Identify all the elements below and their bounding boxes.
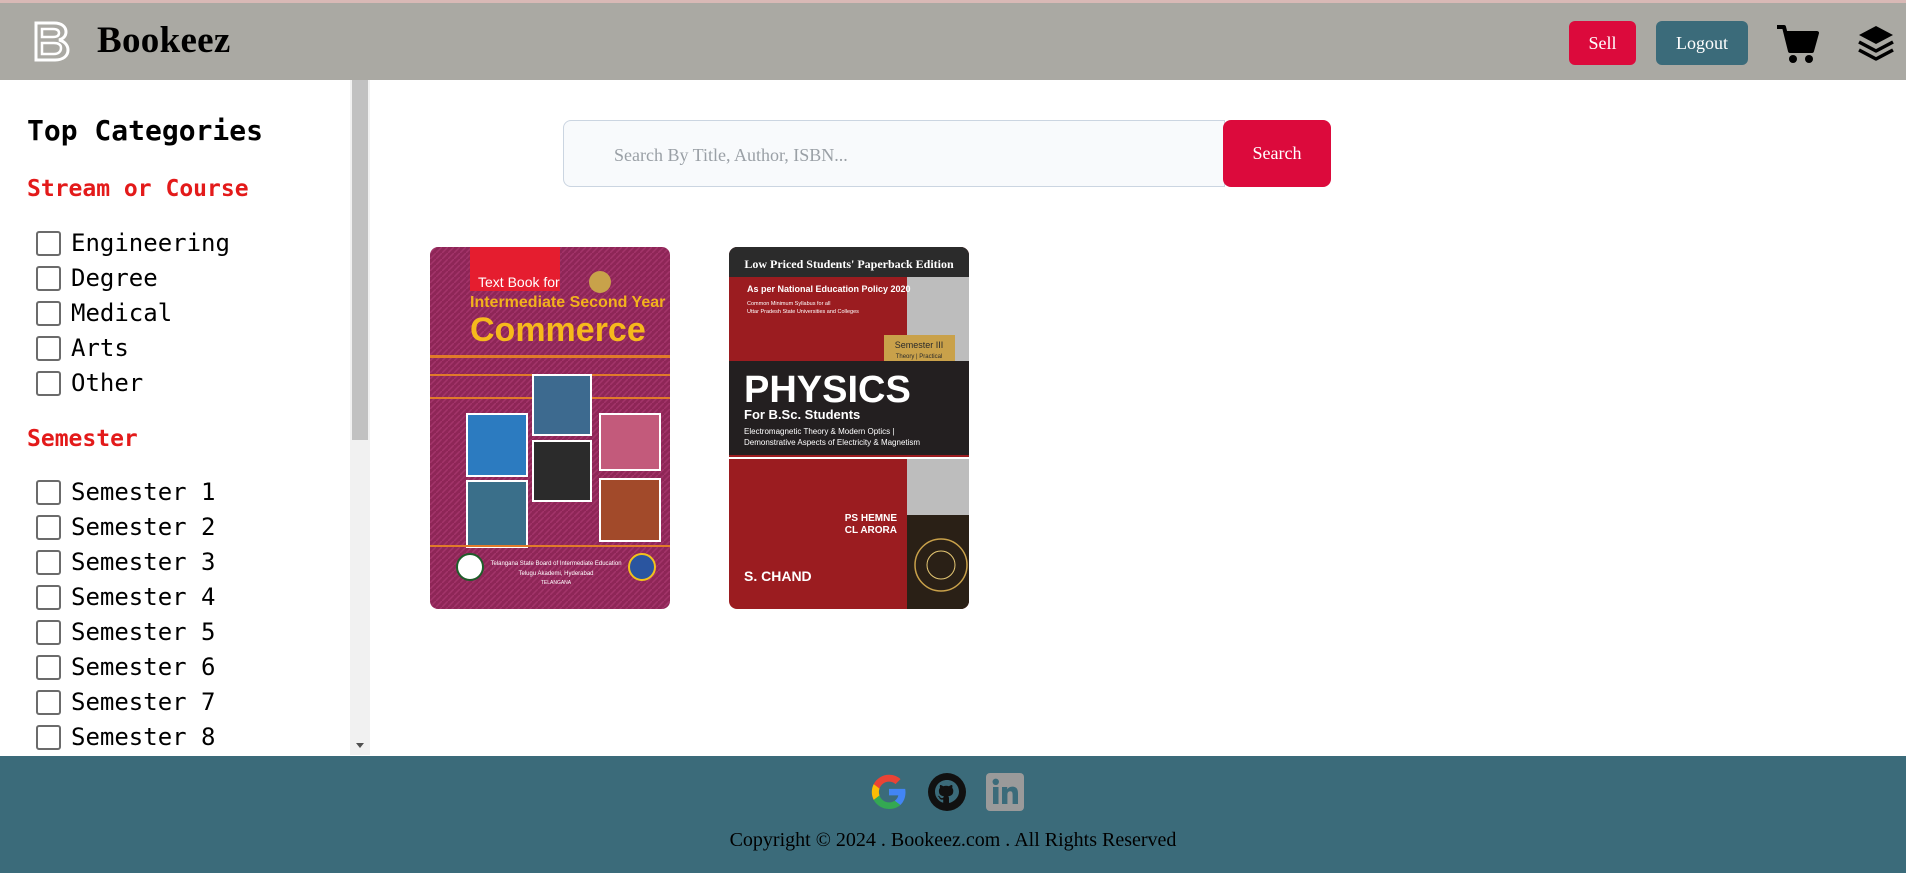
cover-footer-line-3: TELANGANA (541, 580, 572, 586)
cover-semester-sub: Theory | Practical (896, 354, 943, 360)
book-cover-physics: Low Priced Students' Paperback Edition A… (729, 247, 969, 609)
category-label: Engineering (71, 229, 230, 257)
photo-gears (532, 440, 592, 502)
google-icon[interactable] (869, 772, 909, 812)
cover-footer-line-1: Telangana State Board of Intermediate Ed… (490, 561, 621, 567)
category-label: Semester 8 (71, 723, 216, 751)
category-label: Semester 4 (71, 583, 216, 611)
category-label: Medical (71, 299, 173, 327)
checkbox[interactable] (36, 335, 61, 361)
category-item-semester-6[interactable]: Semester 6 (36, 652, 216, 682)
checkbox[interactable] (36, 689, 61, 715)
category-heading-semester: Semester (27, 426, 138, 452)
checkbox[interactable] (36, 370, 61, 396)
category-label: Semester 5 (71, 618, 216, 646)
category-item-semester-8[interactable]: Semester 8 (36, 722, 216, 752)
category-label: Arts (71, 334, 129, 362)
logout-button[interactable]: Logout (1656, 21, 1748, 65)
emblem-icon (589, 271, 611, 293)
search-button[interactable]: Search (1223, 120, 1331, 187)
category-label: Semester 2 (71, 513, 216, 541)
cover-topics-line-2: Demonstrative Aspects of Electricity & M… (744, 438, 920, 447)
category-item-degree[interactable]: Degree (36, 263, 158, 293)
scroll-down-arrow-icon[interactable] (350, 735, 370, 755)
bookeez-logo-icon[interactable] (30, 20, 72, 62)
category-label: Semester 3 (71, 548, 216, 576)
category-item-semester-2[interactable]: Semester 2 (36, 512, 216, 542)
checkbox[interactable] (36, 265, 61, 291)
board-emblem-icon (456, 553, 484, 581)
cover-footer-line-2: Telugu Akademi, Hyderabad (518, 571, 593, 577)
checkbox[interactable] (36, 619, 61, 645)
cover-fractal-art (907, 515, 969, 609)
photo-airplane (466, 413, 528, 477)
checkbox[interactable] (36, 724, 61, 750)
cover-policy: As per National Education Policy 2020 (747, 284, 911, 294)
category-label: Semester 7 (71, 688, 216, 716)
sidebar-scrollbar[interactable] (350, 80, 370, 755)
category-item-semester-3[interactable]: Semester 3 (36, 547, 216, 577)
cover-author-1: PS HEMNE (845, 513, 898, 524)
book-card-commerce[interactable]: Text Book for Intermediate Second Year C… (430, 247, 670, 609)
book-card-physics[interactable]: Low Priced Students' Paperback Edition A… (729, 247, 969, 609)
book-cover-commerce: Text Book for Intermediate Second Year C… (430, 247, 670, 609)
category-sidebar: Top Categories Stream or Course Engineer… (0, 80, 370, 755)
category-label: Degree (71, 264, 158, 292)
github-icon[interactable] (927, 772, 967, 812)
category-list: Top Categories Stream or Course Engineer… (0, 80, 350, 755)
category-item-engineering[interactable]: Engineering (36, 228, 230, 258)
category-item-semester-4[interactable]: Semester 4 (36, 582, 216, 612)
cover-for: For B.Sc. Students (744, 407, 860, 422)
category-item-semester-1[interactable]: Semester 1 (36, 477, 216, 507)
category-item-semester-7[interactable]: Semester 7 (36, 687, 216, 717)
photo-ship (466, 480, 528, 548)
category-label: Semester 6 (71, 653, 216, 681)
brand-title[interactable]: Bookeez (97, 19, 231, 62)
cover-topics-line-1: Electromagnetic Theory & Modern Optics | (744, 427, 894, 436)
cover-publisher: S. CHAND (744, 568, 812, 584)
cover-subtitle: Intermediate Second Year (470, 294, 665, 311)
checkbox[interactable] (36, 479, 61, 505)
cover-title: PHYSICS (744, 369, 911, 411)
category-heading-stream: Stream or Course (27, 176, 249, 202)
category-item-semester-5[interactable]: Semester 5 (36, 617, 216, 647)
search-input[interactable] (614, 141, 1194, 169)
category-item-other[interactable]: Other (36, 368, 143, 398)
checkbox[interactable] (36, 584, 61, 610)
category-item-arts[interactable]: Arts (36, 333, 129, 363)
cover-syllabus-line-2: Uttar Pradesh State Universities and Col… (747, 309, 859, 315)
category-label: Semester 1 (71, 478, 216, 506)
academy-emblem-icon (628, 553, 656, 581)
sidebar-title: Top Categories (27, 114, 264, 147)
photo-currency (599, 413, 661, 471)
photo-train (599, 478, 661, 542)
cover-label: Text Book for (478, 274, 560, 290)
checkbox[interactable] (36, 300, 61, 326)
cover-semester: Semester III (895, 340, 944, 350)
layers-icon[interactable] (1856, 22, 1896, 64)
cover-author-2: CL ARORA (845, 525, 897, 536)
checkbox[interactable] (36, 514, 61, 540)
header-bar: Bookeez Sell Logout (0, 0, 1906, 80)
checkbox[interactable] (36, 230, 61, 256)
checkbox[interactable] (36, 549, 61, 575)
photo-building (532, 374, 592, 436)
cover-title: Commerce (470, 311, 646, 349)
checkbox[interactable] (36, 654, 61, 680)
linkedin-icon[interactable] (985, 772, 1025, 812)
copyright-text: Copyright © 2024 . Bookeez.com . All Rig… (729, 829, 1177, 851)
scrollbar-thumb[interactable] (352, 80, 368, 440)
cart-icon[interactable] (1775, 21, 1819, 65)
cover-syllabus-line-1: Common Minimum Syllabus for all (747, 301, 830, 307)
category-label: Other (71, 369, 144, 397)
cover-banner: Low Priced Students' Paperback Edition (744, 257, 954, 271)
category-item-medical[interactable]: Medical (36, 298, 172, 328)
search-bar (563, 120, 1225, 187)
sell-button[interactable]: Sell (1569, 21, 1636, 65)
